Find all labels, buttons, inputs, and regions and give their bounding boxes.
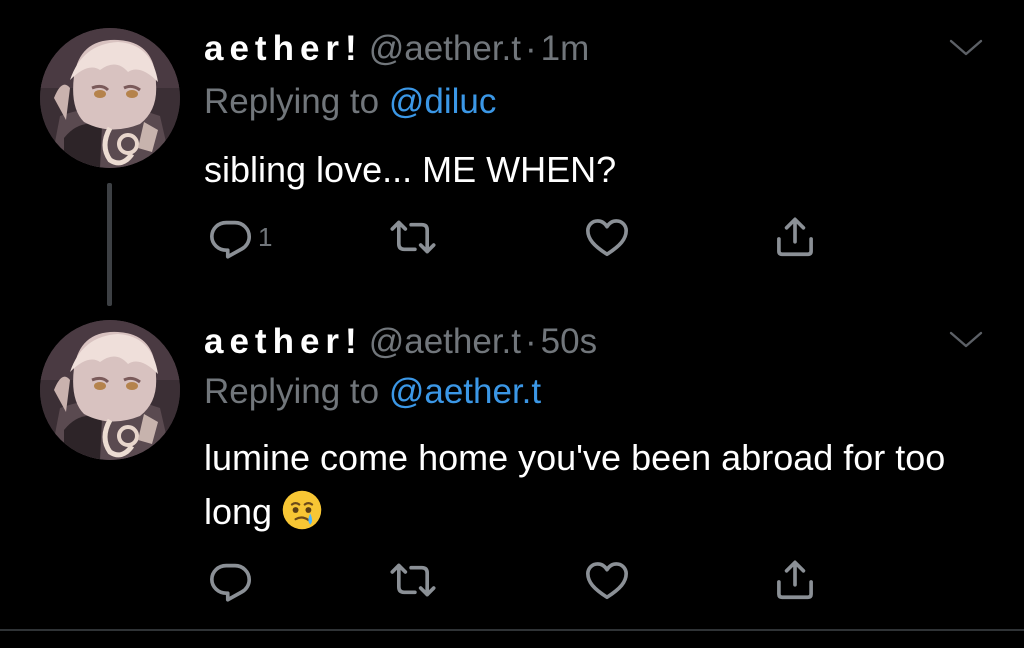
- replying-to-label: Replying to: [204, 372, 380, 411]
- user-handle[interactable]: @aether.t: [369, 322, 521, 361]
- replying-to-label: Replying to: [204, 82, 380, 121]
- reply-button[interactable]: [208, 558, 258, 602]
- retweet-button[interactable]: [390, 558, 436, 602]
- share-button[interactable]: [772, 558, 818, 602]
- divider: [0, 629, 1024, 631]
- retweet-icon: [390, 214, 436, 260]
- retweet-icon: [390, 557, 436, 603]
- timestamp[interactable]: 50s: [541, 322, 597, 361]
- separator-dot: ·: [525, 322, 537, 361]
- chevron-down-icon: [948, 328, 984, 352]
- user-handle[interactable]: @aether.t: [369, 29, 521, 68]
- avatar[interactable]: [40, 28, 180, 168]
- retweet-button[interactable]: [390, 215, 436, 259]
- heart-icon: [584, 214, 630, 260]
- mention-link[interactable]: @diluc: [389, 82, 497, 121]
- avatar[interactable]: [40, 320, 180, 460]
- avatar-image: [40, 320, 180, 460]
- reply-icon: [208, 214, 254, 260]
- thread-line: [107, 183, 112, 306]
- heart-icon: [584, 557, 630, 603]
- like-button[interactable]: [584, 558, 630, 602]
- tweet[interactable]: aether! @aether.t · 50s Replying to @aether…: [0, 310, 1024, 628]
- tweet-text: sibling love... ME WHEN?: [204, 149, 617, 190]
- reply-icon: [208, 557, 254, 603]
- replying-to: Replying to @diluc: [204, 82, 496, 122]
- share-button[interactable]: [772, 215, 818, 259]
- more-options-button[interactable]: [948, 328, 984, 352]
- separator-dot: ·: [525, 29, 537, 68]
- reply-count: 1: [258, 221, 273, 252]
- avatar-image: [40, 28, 180, 168]
- share-icon: [772, 214, 818, 260]
- tweet[interactable]: aether! @aether.t · 1m Replying to @diluc s…: [0, 0, 1024, 310]
- like-button[interactable]: [584, 215, 630, 259]
- chevron-down-icon: [948, 36, 984, 60]
- display-name[interactable]: aether!: [204, 322, 363, 361]
- more-options-button[interactable]: [948, 36, 984, 60]
- tweet-header: aether! @aether.t · 1m: [204, 29, 589, 69]
- display-name[interactable]: aether!: [204, 29, 363, 68]
- mention-link[interactable]: @aether.t: [389, 372, 541, 411]
- replying-to: Replying to @aether.t: [204, 372, 541, 412]
- share-icon: [772, 557, 818, 603]
- tweet-text: lumine come home you've been abroad for …: [204, 431, 984, 539]
- reply-button[interactable]: 1: [208, 215, 272, 259]
- tweet-header: aether! @aether.t · 50s: [204, 322, 597, 362]
- face-holding-back-tears-icon: [280, 488, 324, 532]
- timestamp[interactable]: 1m: [541, 29, 590, 68]
